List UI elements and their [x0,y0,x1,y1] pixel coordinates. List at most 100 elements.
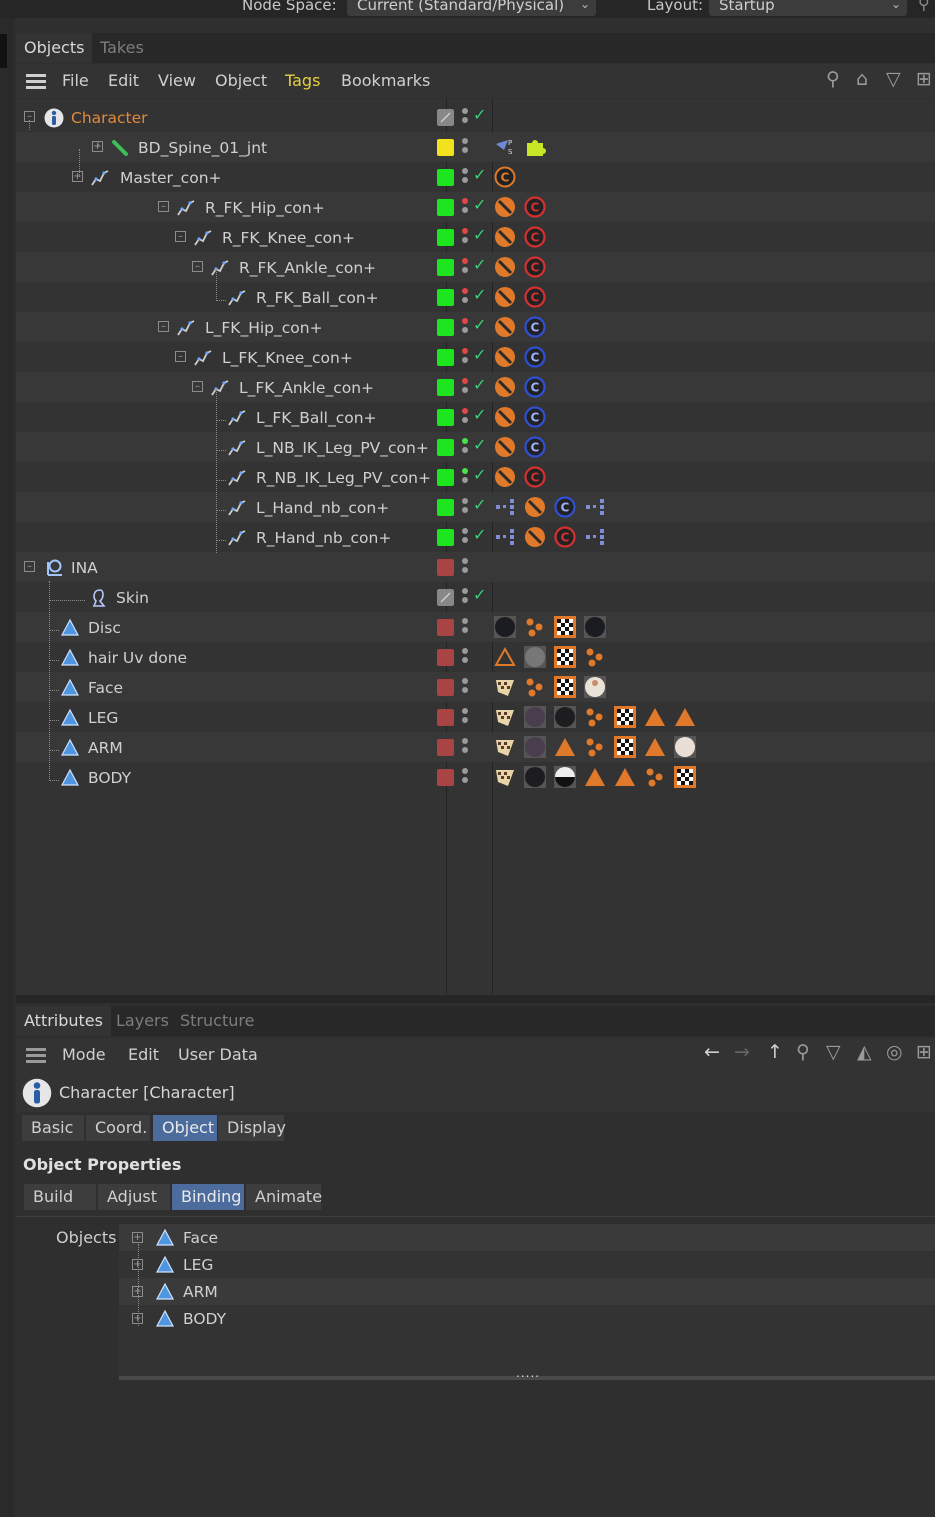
visibility-dots[interactable] [462,318,468,336]
menu-mode[interactable]: Mode [62,1038,106,1072]
selection-tag-icon[interactable] [554,676,576,698]
list-item[interactable]: + Face [119,1224,935,1251]
selection-tag-icon[interactable] [614,706,636,728]
check-icon[interactable]: ✓ [473,255,486,274]
protection-tag-icon[interactable] [494,346,516,368]
constraint-blue-tag-icon[interactable]: C [524,346,546,368]
tree-row-bd-spine[interactable]: + BD_Spine_01_jnt PS [16,132,935,162]
tree-row-r-fk-knee[interactable]: – R_FK_Knee_con+ ✓ C [16,222,935,252]
collapse-icon[interactable]: – [192,381,203,392]
panel-separator[interactable] [16,995,935,1003]
constraint-blue-tag-icon[interactable]: C [554,496,576,518]
tree-row-l-fk-hip[interactable]: – L_FK_Hip_con+ ✓ C [16,312,935,342]
visibility-dots[interactable] [462,648,468,666]
layer-red-swatch[interactable] [437,619,454,636]
tree-row-body[interactable]: BODY [16,762,935,792]
layer-green-swatch[interactable] [437,529,454,546]
layer-red-swatch[interactable] [437,769,454,786]
layer-green-swatch[interactable] [437,319,454,336]
node-tag-icon[interactable] [494,496,516,518]
tree-row-l-fk-ankle[interactable]: – L_FK_Ankle_con+ ✓ C [16,372,935,402]
tree-row-r-fk-ball[interactable]: R_FK_Ball_con+ ✓ C [16,282,935,312]
material-tag-icon[interactable] [494,616,516,638]
uvw-tag-icon[interactable] [524,676,546,698]
tab-build[interactable]: Build [24,1184,96,1210]
menu-bookmarks[interactable]: Bookmarks [341,64,430,98]
material-tag-icon[interactable] [524,646,546,668]
tab-basic[interactable]: Basic [22,1115,84,1141]
check-icon[interactable]: ✓ [473,195,486,214]
constraint-red-tag-icon[interactable]: C [524,466,546,488]
collapse-icon[interactable]: – [24,561,35,572]
protection-tag-icon[interactable] [524,526,546,548]
constraint-red-tag-icon[interactable]: C [524,226,546,248]
visibility-dots[interactable] [462,378,468,396]
visibility-dots[interactable] [462,708,468,726]
constraint-blue-tag-icon[interactable]: C [524,436,546,458]
selection-tag-icon[interactable] [554,646,576,668]
visibility-dots[interactable] [462,228,468,246]
constraint-blue-tag-icon[interactable]: C [524,316,546,338]
visibility-dots[interactable] [462,408,468,426]
protection-tag-icon[interactable] [494,436,516,458]
visibility-dots[interactable] [462,288,468,306]
phong-tag-icon[interactable] [494,646,516,668]
collapse-icon[interactable]: – [192,261,203,272]
layer-yellow-swatch[interactable] [437,139,454,156]
tree-row-l-nb-ik-leg-pv[interactable]: L_NB_IK_Leg_PV_con+ ✓ C [16,432,935,462]
tab-adjust[interactable]: Adjust [98,1184,170,1210]
check-icon[interactable]: ✓ [473,585,486,604]
visibility-dots[interactable] [462,108,468,126]
menu-tags[interactable]: Tags [285,64,320,98]
menu-user-data[interactable]: User Data [178,1038,258,1072]
check-icon[interactable]: ✓ [473,375,486,394]
tree-row-ina[interactable]: – INA [16,552,935,582]
material-tag-icon[interactable] [524,736,546,758]
phong-tag-icon[interactable] [674,706,696,728]
tree-row-l-fk-ball[interactable]: L_FK_Ball_con+ ✓ C [16,402,935,432]
menu-view[interactable]: View [158,64,196,98]
layer-red-swatch[interactable] [437,739,454,756]
layer-green-swatch[interactable] [437,289,454,306]
new-window-icon[interactable]: ⊞ [916,68,932,90]
visibility-dots[interactable] [462,528,468,546]
visibility-dots[interactable] [462,558,468,576]
hamburger-menu-icon[interactable] [26,74,46,89]
check-icon[interactable]: ✓ [473,525,486,544]
constraint-red-tag-icon[interactable]: C [554,526,576,548]
visibility-dots[interactable] [462,738,468,756]
lock-icon[interactable]: ◭ [857,1041,872,1063]
tree-row-l-fk-knee[interactable]: – L_FK_Knee_con+ ✓ C [16,342,935,372]
tab-structure[interactable]: Structure [172,1006,262,1036]
layout-dropdown[interactable]: Startup ⌄ [709,0,907,16]
menu-edit[interactable]: Edit [108,64,139,98]
tab-attributes[interactable]: Attributes [16,1006,111,1036]
visibility-dots[interactable] [462,438,468,456]
constraint-red-tag-icon[interactable]: C [524,286,546,308]
visibility-dots[interactable] [462,348,468,366]
visibility-dots[interactable] [462,618,468,636]
layer-green-swatch[interactable] [437,349,454,366]
tree-row-leg[interactable]: LEG [16,702,935,732]
tree-row-r-fk-ankle[interactable]: – R_FK_Ankle_con+ ✓ C [16,252,935,282]
protection-tag-icon[interactable] [494,226,516,248]
uvw-tag-icon[interactable] [584,736,606,758]
layer-green-swatch[interactable] [437,409,454,426]
protection-tag-icon[interactable] [494,196,516,218]
layer-green-swatch[interactable] [437,469,454,486]
check-icon[interactable]: ✓ [473,105,486,124]
check-icon[interactable]: ✓ [473,225,486,244]
constraint-blue-tag-icon[interactable]: C [524,406,546,428]
phong-tag-icon[interactable] [614,766,636,788]
menu-edit[interactable]: Edit [128,1038,159,1072]
check-icon[interactable]: ✓ [473,285,486,304]
visibility-dots[interactable] [462,588,468,606]
tree-row-skin[interactable]: Skin ✓ [16,582,935,612]
list-item[interactable]: + LEG [119,1251,935,1278]
node-tag-icon[interactable] [584,496,606,518]
target-icon[interactable]: ◎ [886,1041,903,1063]
node-space-dropdown[interactable]: Current (Standard/Physical) ⌄ [347,0,596,16]
material-tag-icon[interactable] [524,766,546,788]
protection-tag-icon[interactable] [494,466,516,488]
phong-tag-icon[interactable] [644,736,666,758]
